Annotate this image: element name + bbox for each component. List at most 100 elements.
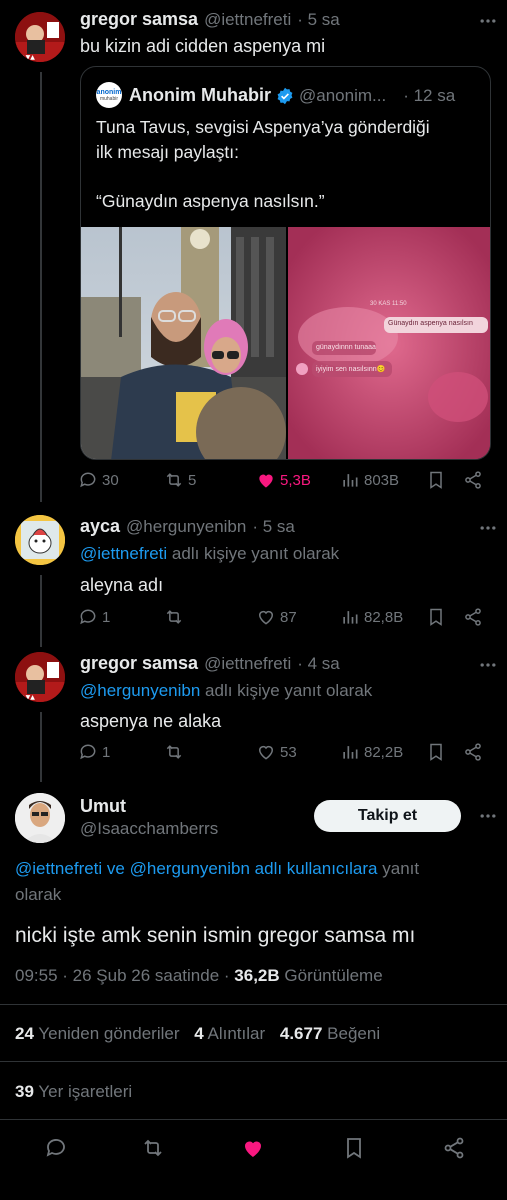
reply-to-link-2[interactable]: @hergunyenibn: [130, 859, 250, 878]
like-button[interactable]: 5,3B: [256, 470, 311, 490]
reply-end: yanıt: [382, 859, 420, 878]
repost-button[interactable]: [164, 742, 184, 762]
reply-button[interactable]: [44, 1136, 68, 1160]
reply-to-link-1[interactable]: @iettnefreti: [15, 859, 102, 878]
share-button[interactable]: [463, 742, 483, 762]
reply-button[interactable]: 30: [78, 470, 119, 490]
repost-button[interactable]: [164, 607, 184, 627]
more-options-icon[interactable]: [476, 804, 500, 828]
quotes-stat[interactable]: 4 Alıntılar: [194, 1024, 270, 1043]
reply-and: ve: [106, 859, 125, 878]
reply-suffix: adlı kişiye yanıt olarak: [205, 681, 373, 700]
reply-icon: [46, 1139, 65, 1157]
author-name[interactable]: Umut: [80, 796, 126, 817]
heart-filled-icon: [245, 1141, 261, 1157]
bookmark-button[interactable]: [426, 470, 446, 490]
quote-avatar: anonim muhabir: [96, 82, 122, 108]
reply-button[interactable]: 1: [78, 607, 110, 627]
bookmarks-stat[interactable]: 39 Yer işaretleri: [15, 1082, 132, 1102]
share-icon: [465, 471, 481, 489]
reply-context: @iettnefreti adlı kişiye yanıt olarak: [80, 544, 339, 564]
views-count: 36,2B: [234, 966, 280, 985]
reply-button[interactable]: 1: [78, 742, 110, 762]
chat-date: 30 KAS 11:50: [370, 301, 407, 307]
like-button[interactable]: 87: [256, 607, 297, 627]
reply-count: 30: [102, 471, 119, 489]
likes-stat[interactable]: 4.677 Beğeni: [280, 1024, 380, 1043]
author-name[interactable]: ayca: [80, 516, 120, 537]
bookmark-button[interactable]: [342, 1136, 366, 1160]
tweet-text: aspenya ne alaka: [80, 711, 222, 731]
avatar[interactable]: [15, 793, 65, 843]
tweet-time[interactable]: · 5 sa: [252, 517, 295, 537]
reply-to-link[interactable]: @hergunyenibn: [80, 681, 200, 700]
reply-to-link[interactable]: @iettnefreti: [80, 544, 167, 563]
quote-photo-selfie[interactable]: [81, 227, 286, 459]
views-button[interactable]: 803B: [340, 470, 399, 490]
share-icon: [465, 743, 481, 761]
share-button[interactable]: [463, 470, 483, 490]
reply-mid: adlı kullanıcılara: [254, 859, 378, 878]
share-button[interactable]: [442, 1136, 466, 1160]
follow-button[interactable]: Takip et: [314, 800, 461, 832]
tweet-actions: 30 5 5,3B 803B: [78, 470, 490, 494]
like-count: 53: [280, 743, 297, 761]
tweet-header: ayca @hergunyenibn · 5 sa: [80, 516, 295, 537]
like-count: 87: [280, 608, 297, 626]
views-button[interactable]: 82,8B: [340, 607, 403, 627]
tweet-actions: 1 87 82,8B: [78, 607, 490, 631]
share-button[interactable]: [463, 607, 483, 627]
thread-line: [40, 72, 42, 502]
main-tweet-actions: [0, 1136, 507, 1166]
repost-button[interactable]: [141, 1136, 165, 1160]
quote-text-line2: ilk mesajı paylaştı:: [96, 142, 239, 162]
like-button[interactable]: 53: [256, 742, 297, 762]
reply-count: 1: [102, 743, 111, 761]
reposts-count: 24: [15, 1024, 34, 1043]
author-name[interactable]: gregor samsa: [80, 653, 198, 674]
divider: [0, 1061, 507, 1062]
quote-photo-chat[interactable]: 30 KAS 11:50 Günaydın aspenya nasılsın g…: [288, 227, 490, 459]
tweet-time[interactable]: · 4 sa: [297, 654, 340, 674]
author-name[interactable]: gregor samsa: [80, 9, 198, 30]
repost-icon: [166, 610, 182, 624]
like-button[interactable]: [241, 1136, 265, 1160]
bookmark-button[interactable]: [426, 742, 446, 762]
likes-label: Beğeni: [327, 1024, 381, 1043]
repost-button[interactable]: 5: [164, 470, 196, 490]
chat-message-received-2: iyiyim sen nasılsınn😊: [316, 366, 386, 373]
tweet-time[interactable]: · 5 sa: [297, 10, 340, 30]
tweet-text: aleyna adı: [80, 575, 164, 595]
more-options-icon[interactable]: [476, 653, 500, 677]
quoted-tweet[interactable]: anonim muhabir Anonim Muhabir @anonim...…: [80, 66, 491, 460]
author-handle[interactable]: @Isaacchamberrs: [80, 819, 218, 839]
author-handle[interactable]: @iettnefreti: [204, 654, 291, 674]
author-handle[interactable]: @iettnefreti: [204, 10, 291, 30]
views-button[interactable]: 82,2B: [340, 742, 403, 762]
thread-line: [40, 712, 42, 782]
avatar[interactable]: ▲▼▲: [15, 12, 65, 62]
reposts-label: Yeniden gönderiler: [38, 1024, 180, 1043]
author-handle[interactable]: @hergunyenibn: [126, 517, 246, 537]
share-icon: [444, 1137, 464, 1159]
tweet-text: bu kizin adi cidden aspenya mi: [80, 36, 326, 56]
repost-count: 5: [188, 471, 197, 489]
bookmarks-count: 39: [15, 1082, 34, 1101]
more-options-icon[interactable]: [476, 9, 500, 33]
tweet-timestamp[interactable]: 09:55 · 26 Şub 26 saatinde ·: [15, 966, 230, 985]
reposts-stat[interactable]: 24 Yeniden gönderiler: [15, 1024, 184, 1043]
quote-logo-text: anonim: [96, 88, 122, 96]
bookmark-icon: [430, 743, 442, 761]
verified-icon: [276, 87, 294, 105]
bookmark-button[interactable]: [426, 607, 446, 627]
avatar[interactable]: [15, 515, 65, 565]
more-options-icon[interactable]: [476, 516, 500, 540]
reply-icon: [80, 609, 96, 625]
quotes-label: Alıntılar: [207, 1024, 266, 1043]
engagement-stats: 24 Yeniden gönderiler 4 Alıntılar 4.677 …: [15, 1024, 380, 1044]
reply-suffix: adlı kişiye yanıt olarak: [171, 544, 340, 563]
bookmarks-label: Yer işaretleri: [38, 1082, 133, 1101]
avatar[interactable]: ▲▼▲: [15, 652, 65, 702]
views-icon: [343, 746, 358, 759]
heart-icon: [258, 610, 274, 625]
